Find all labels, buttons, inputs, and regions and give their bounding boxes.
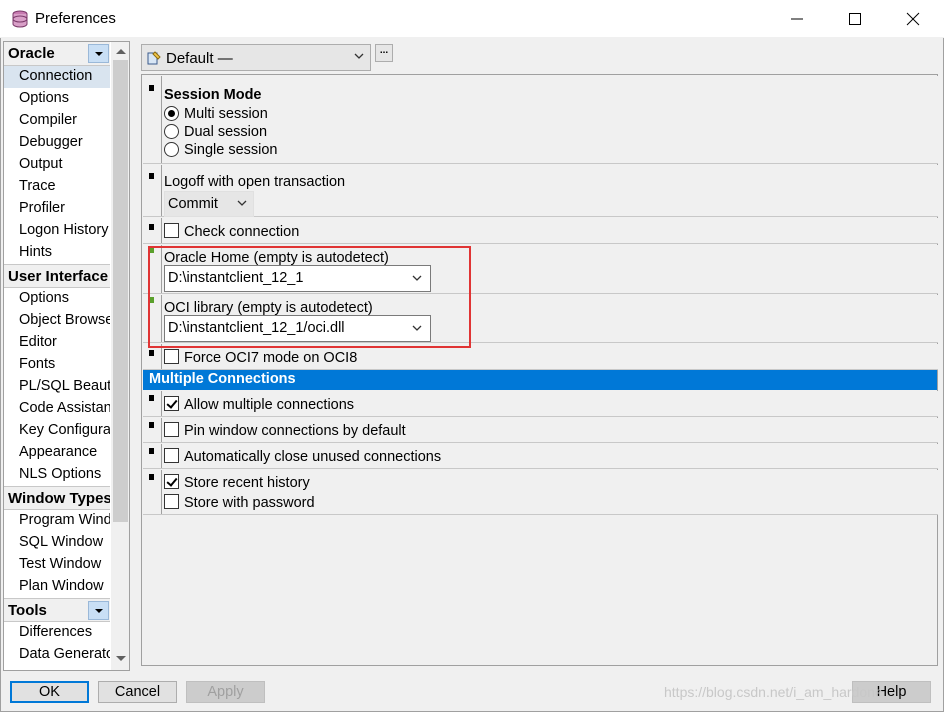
force-oci7-label: Force OCI7 mode on OCI8: [184, 350, 358, 366]
section-marker: [149, 422, 154, 428]
profile-more-button[interactable]: ...: [375, 44, 393, 62]
store-history-checkbox[interactable]: [164, 474, 179, 489]
sidebar-item-key-configuration[interactable]: Key Configuration: [4, 420, 110, 442]
minimize-icon: [791, 18, 803, 20]
scroll-down-icon[interactable]: [116, 656, 126, 661]
autoclose-section: Automatically close unused connections: [143, 444, 938, 469]
radio-single-session[interactable]: [164, 142, 179, 157]
sidebar-item-plan-window[interactable]: Plan Window: [4, 576, 110, 598]
logoff-label: Logoff with open transaction: [164, 174, 346, 190]
pin-window-label: Pin window connections by default: [184, 423, 406, 439]
group-label: Tools: [8, 602, 47, 619]
allow-multiple-section: Allow multiple connections: [143, 391, 938, 417]
section-marker: [149, 448, 154, 454]
section-marker: [149, 474, 154, 480]
pin-window-checkbox[interactable]: [164, 422, 179, 437]
autoclose-checkbox[interactable]: [164, 448, 179, 463]
sidebar-item-test-window[interactable]: Test Window: [4, 554, 110, 576]
profile-select[interactable]: Default —: [141, 44, 371, 71]
close-icon: [906, 12, 920, 26]
sidebar-item-connection[interactable]: Connection: [4, 66, 110, 88]
sidebar-item-appearance[interactable]: Appearance: [4, 442, 110, 464]
group-oracle[interactable]: Oracle: [4, 42, 110, 66]
logoff-value: Commit: [168, 196, 218, 212]
sidebar-item-debugger[interactable]: Debugger: [4, 132, 110, 154]
maximize-button[interactable]: [826, 0, 884, 38]
force-oci7-checkbox[interactable]: [164, 349, 179, 364]
sidebar-item-profiler[interactable]: Profiler: [4, 198, 110, 220]
database-icon: [12, 10, 28, 28]
sidebar-item-program-window[interactable]: Program Window: [4, 510, 110, 532]
group-window-types[interactable]: Window Types: [4, 486, 110, 510]
close-button[interactable]: [884, 0, 942, 38]
group-label: Window Types: [8, 490, 110, 507]
sidebar-item-output[interactable]: Output: [4, 154, 110, 176]
allow-multiple-label: Allow multiple connections: [184, 397, 355, 413]
group-label: Oracle: [8, 45, 55, 62]
multiple-connections-header: Multiple Connections: [143, 370, 937, 390]
profile-value: Default —: [166, 50, 233, 67]
radio-multi-session[interactable]: [164, 106, 179, 121]
session-mode-title: Session Mode: [164, 87, 262, 103]
scrollbar-thumb[interactable]: [113, 60, 128, 522]
sidebar-item-sql-window[interactable]: SQL Window: [4, 532, 110, 554]
apply-button[interactable]: Apply: [186, 681, 265, 703]
radio-label: Multi session: [184, 106, 268, 122]
chevron-down-icon[interactable]: [88, 601, 109, 620]
group-tools[interactable]: Tools: [4, 598, 110, 622]
tree-scrollbar[interactable]: [111, 42, 129, 670]
autoclose-label: Automatically close unused connections: [184, 449, 442, 465]
store-password-checkbox[interactable]: [164, 494, 179, 509]
store-password-label: Store with password: [184, 495, 315, 511]
chevron-down-icon[interactable]: [88, 44, 109, 63]
check-connection-checkbox[interactable]: [164, 223, 179, 238]
highlight-box: [148, 246, 471, 348]
section-marker: [149, 173, 154, 179]
logoff-select[interactable]: Commit: [164, 191, 254, 217]
sidebar-item-fonts[interactable]: Fonts: [4, 354, 110, 376]
allow-multiple-checkbox[interactable]: [164, 396, 179, 411]
logoff-section: Logoff with open transaction Commit: [143, 165, 938, 217]
radio-label: Dual session: [184, 124, 268, 140]
store-history-label: Store recent history: [184, 475, 310, 491]
group-user-interface[interactable]: User Interface: [4, 264, 110, 288]
watermark: https://blog.csdn.net/i_am_hardone: [664, 684, 883, 700]
pin-window-section: Pin window connections by default: [143, 418, 938, 443]
sidebar-item-plsql-beautifier[interactable]: PL/SQL Beautifier: [4, 376, 110, 398]
chevron-down-icon: [237, 200, 247, 206]
sidebar-item-hints[interactable]: Hints: [4, 242, 110, 264]
session-mode-section: Session Mode Multi session Dual session …: [143, 76, 938, 164]
check-connection-label: Check connection: [184, 224, 300, 240]
radio-label: Single session: [184, 142, 278, 158]
title-bar: Preferences: [0, 0, 944, 38]
settings-profile-icon: [147, 51, 161, 65]
sidebar-item-compiler[interactable]: Compiler: [4, 110, 110, 132]
sidebar-item-data-generator[interactable]: Data Generator: [4, 644, 110, 666]
section-marker: [149, 350, 154, 356]
sidebar-item-nls-options[interactable]: NLS Options: [4, 464, 110, 486]
history-section: Store recent history Store with password: [143, 470, 938, 515]
category-tree: Oracle Connection Options Compiler Debug…: [3, 41, 130, 671]
group-label: User Interface: [8, 268, 109, 285]
sidebar-item-ui-options[interactable]: Options: [4, 288, 110, 310]
maximize-icon: [849, 13, 861, 25]
cancel-button[interactable]: Cancel: [98, 681, 177, 703]
sidebar-item-object-browser[interactable]: Object Browser: [4, 310, 110, 332]
window-title: Preferences: [35, 10, 116, 27]
scroll-up-icon[interactable]: [116, 49, 126, 54]
minimize-button[interactable]: [768, 0, 826, 38]
section-marker: [149, 395, 154, 401]
section-marker: [149, 224, 154, 230]
sidebar-item-code-assistant[interactable]: Code Assistant: [4, 398, 110, 420]
sidebar-item-differences[interactable]: Differences: [4, 622, 110, 644]
sidebar-item-editor[interactable]: Editor: [4, 332, 110, 354]
sidebar-item-trace[interactable]: Trace: [4, 176, 110, 198]
ok-button[interactable]: OK: [10, 681, 89, 703]
section-marker: [149, 85, 154, 91]
sidebar-item-options[interactable]: Options: [4, 88, 110, 110]
radio-dual-session[interactable]: [164, 124, 179, 139]
check-connection-section: Check connection: [143, 218, 938, 244]
sidebar-item-logon-history[interactable]: Logon History: [4, 220, 110, 242]
chevron-down-icon: [354, 53, 364, 59]
